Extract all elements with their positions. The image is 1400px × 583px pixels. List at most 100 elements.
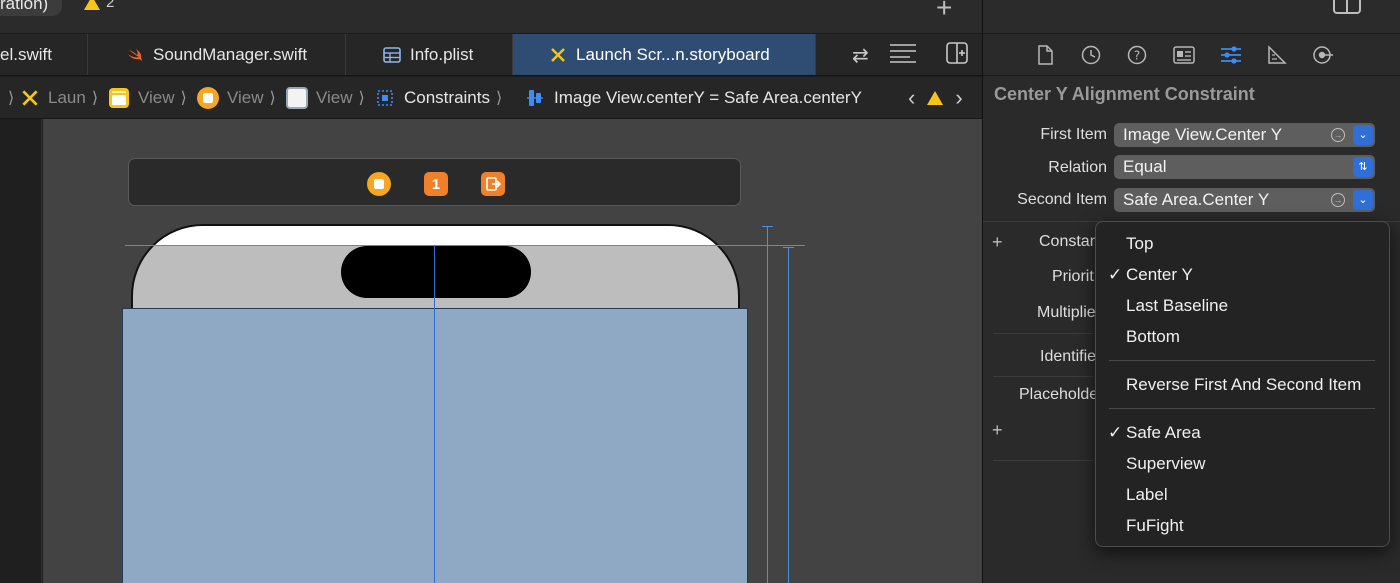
attributes-icon[interactable]: [1220, 44, 1242, 66]
scene-dock: 1: [128, 158, 741, 206]
chevron-updown-icon: ⇅: [1353, 157, 1373, 177]
second-item-menu: Top ✓ Center Y Last Baseline Bottom Reve…: [1095, 221, 1390, 547]
chevron-down-icon: ⌄: [1353, 190, 1373, 210]
warning-count: 2: [106, 0, 115, 11]
tab-launch-storyboard[interactable]: Launch Scr...n.storyboard: [513, 34, 816, 75]
add-editor-icon[interactable]: [946, 42, 968, 70]
identifier-label: Identifie: [1040, 348, 1097, 365]
multiplier-label: Multiplie: [1037, 304, 1096, 321]
storyboard-icon: [549, 46, 567, 64]
menu-item-center-y[interactable]: Center Y: [1126, 265, 1193, 285]
next-issue-icon[interactable]: ›: [955, 85, 962, 111]
scheme-selector[interactable]: ration): [0, 0, 63, 16]
history-icon[interactable]: [1080, 44, 1102, 66]
tab-label: SoundManager.swift: [153, 44, 308, 64]
center-y-constraint-icon: [527, 90, 543, 106]
menu-item-label[interactable]: Label: [1126, 485, 1168, 505]
breadcrumb-label: View: [316, 88, 353, 107]
breadcrumb-label: Constraints: [404, 88, 490, 107]
breadcrumb-item-view[interactable]: View ⟩: [286, 77, 365, 119]
view-icon: [286, 87, 308, 109]
breadcrumb-chevron: ⟩: [8, 90, 15, 107]
document-outline-gutter: [0, 119, 42, 583]
tab-model-swift[interactable]: el.swift: [0, 34, 88, 75]
section-divider: [993, 376, 1093, 377]
identity-icon[interactable]: [1173, 44, 1195, 66]
issue-navigator-controls: ‹ ›: [908, 77, 963, 119]
tab-info-plist[interactable]: Info.plist: [346, 34, 513, 75]
first-responder-badge: 1: [431, 175, 441, 193]
first-item-popup[interactable]: Image View.Center Y → ⌄: [1114, 123, 1375, 147]
section-divider: [993, 333, 1093, 334]
section-divider: [993, 460, 1093, 461]
checkmark-icon: ✓: [1108, 265, 1123, 284]
menu-item-last-baseline[interactable]: Last Baseline: [1126, 296, 1228, 316]
table-icon: [383, 46, 401, 63]
connections-icon[interactable]: [1312, 44, 1334, 66]
previous-issue-icon[interactable]: ‹: [908, 85, 915, 111]
relation-value: Equal: [1123, 157, 1167, 176]
first-responder-icon[interactable]: 1: [424, 172, 448, 196]
swap-icon[interactable]: ⇄: [852, 43, 869, 68]
add-tab-button[interactable]: +: [936, 0, 952, 24]
tab-label: el.swift: [0, 44, 52, 64]
menu-item-fufight[interactable]: FuFight: [1126, 516, 1184, 536]
svg-text:?: ?: [1134, 49, 1140, 63]
relation-popup[interactable]: Equal ⇅: [1114, 155, 1375, 179]
menu-item-safe-area[interactable]: Safe Area: [1126, 423, 1201, 443]
menu-item-reverse[interactable]: Reverse First And Second Item: [1126, 375, 1361, 395]
second-item-label: Second Item: [1017, 191, 1107, 208]
relation-label: Relation: [1048, 159, 1107, 176]
first-item-label: First Item: [1040, 126, 1107, 143]
warning-icon[interactable]: [927, 91, 944, 105]
constraint-line[interactable]: [788, 247, 789, 583]
file-icon[interactable]: [1034, 44, 1056, 66]
second-item-popup[interactable]: Safe Area.Center Y → ⌄: [1114, 188, 1375, 212]
placeholder-label: Placeholde: [1019, 386, 1099, 403]
second-item-value: Safe Area.Center Y: [1123, 190, 1270, 209]
menu-item-superview[interactable]: Superview: [1126, 454, 1205, 474]
go-to-item-icon[interactable]: →: [1331, 128, 1345, 142]
menu-item-bottom[interactable]: Bottom: [1126, 327, 1180, 347]
constraint-line[interactable]: [767, 226, 768, 583]
constraints-icon: [377, 90, 393, 106]
toggle-inspector-icon[interactable]: [1333, 0, 1361, 14]
breadcrumb-item-view-controller[interactable]: View ⟩: [197, 77, 276, 119]
breadcrumb-item-scene[interactable]: View ⟩: [108, 77, 187, 119]
breadcrumb-item-constraint[interactable]: Image View.centerY = Safe Area.centerY: [526, 77, 862, 119]
view-controller-icon[interactable]: [367, 172, 391, 196]
tab-soundmanager-swift[interactable]: SoundManager.swift: [88, 34, 346, 75]
exit-icon[interactable]: [481, 172, 505, 196]
swift-icon: [126, 46, 144, 64]
menu-separator: [1109, 408, 1375, 409]
first-item-value: Image View.Center Y: [1123, 125, 1283, 144]
editor-tab-bar: el.swift SoundManager.swift Info.plist L…: [0, 34, 982, 76]
go-to-item-icon[interactable]: →: [1331, 193, 1345, 207]
inspector-tabs: ?: [983, 34, 1400, 76]
help-icon[interactable]: ?: [1126, 44, 1148, 66]
warning-indicator[interactable]: 2: [84, 0, 114, 11]
size-icon[interactable]: [1266, 44, 1288, 66]
add-variation-icon[interactable]: +: [992, 232, 1003, 253]
storyboard-icon: [22, 90, 38, 106]
breadcrumb-label: Laun: [48, 88, 86, 107]
jump-bar: ⟩ Laun ⟩ View ⟩ View ⟩ View ⟩ Constraints ⟩ I…: [0, 77, 982, 119]
inspector-title: Center Y Alignment Constraint: [994, 84, 1255, 104]
horizontal-guide: [125, 245, 805, 246]
breadcrumb-item-launch[interactable]: Laun ⟩: [20, 77, 98, 119]
breadcrumb-item-constraints[interactable]: Constraints ⟩: [376, 77, 502, 119]
constant-label: Constan: [1039, 233, 1099, 250]
menu-separator: [1109, 360, 1375, 361]
checkmark-icon: ✓: [1108, 423, 1123, 442]
view-controller-icon: [197, 87, 219, 109]
menu-item-top[interactable]: Top: [1126, 234, 1153, 254]
chevron-down-icon: ⌄: [1353, 125, 1373, 145]
breadcrumb-label: View: [227, 88, 264, 107]
inspector-top-strip: [983, 0, 1400, 34]
safe-area-view[interactable]: [122, 308, 748, 583]
priority-label: Priorit: [1052, 268, 1094, 285]
breadcrumb-label: Image View.centerY = Safe Area.centerY: [554, 88, 862, 107]
add-variation-icon[interactable]: +: [992, 420, 1003, 441]
storyboard-canvas[interactable]: 1: [43, 119, 982, 583]
lines-icon[interactable]: [888, 42, 918, 70]
